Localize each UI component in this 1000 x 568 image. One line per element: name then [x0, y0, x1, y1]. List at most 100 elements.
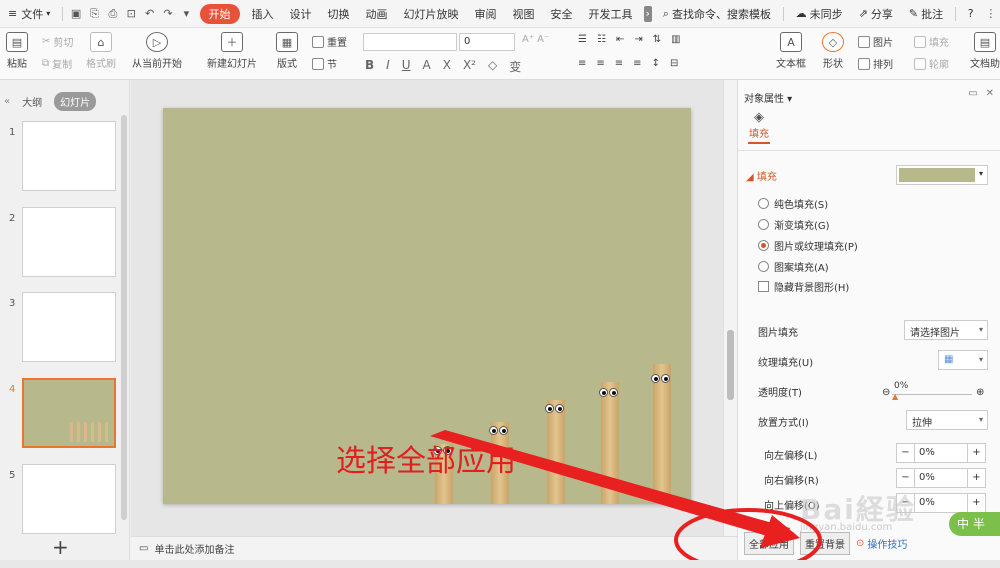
reset-background-button[interactable]: 重置背景: [800, 532, 850, 555]
undo-icon[interactable]: ↶: [143, 6, 155, 22]
hide-background-checkbox[interactable]: 隐藏背景图形(H): [758, 279, 849, 294]
arrange-button[interactable]: 排列: [858, 56, 893, 71]
offset-left-stepper[interactable]: −0% +: [896, 443, 986, 463]
plus-button[interactable]: +: [967, 444, 985, 462]
outline-button[interactable]: 轮廓: [914, 56, 949, 71]
save-icon[interactable]: ▣: [70, 6, 82, 22]
font-family-select[interactable]: [363, 33, 457, 51]
tab-review[interactable]: 审阅: [467, 0, 505, 28]
line-spacing-icon[interactable]: ↕: [652, 58, 660, 69]
radio-picture-fill[interactable]: 图片或纹理填充(P): [758, 238, 858, 253]
bullet-list-icon[interactable]: ☰: [578, 34, 587, 45]
tab-outline[interactable]: 大纲: [16, 92, 48, 111]
radio-gradient-fill[interactable]: 渐变填充(G): [758, 217, 830, 232]
font-color-icon[interactable]: A: [423, 58, 431, 75]
fill-tab[interactable]: ◈ 填充: [748, 110, 770, 144]
align-left-icon[interactable]: ≡: [578, 58, 586, 69]
tab-animation[interactable]: 动画: [358, 0, 396, 28]
plus-icon[interactable]: ⊕: [976, 387, 984, 398]
offset-up-value[interactable]: 0%: [915, 494, 967, 512]
minus-button[interactable]: −: [897, 444, 915, 462]
tips-link[interactable]: ⊙ 操作技巧: [856, 536, 907, 551]
font-size-select[interactable]: 0: [459, 33, 515, 51]
italic-icon[interactable]: I: [386, 58, 390, 75]
text-direction-icon[interactable]: ⇅: [653, 34, 661, 45]
radio-solid-fill[interactable]: 纯色填充(S): [758, 196, 828, 211]
apply-all-button[interactable]: 全部应用: [744, 532, 794, 555]
tab-design[interactable]: 设计: [282, 0, 320, 28]
paste-button[interactable]: ▤ 粘贴: [6, 32, 28, 70]
justify-icon[interactable]: ≡: [633, 58, 641, 69]
plus-button[interactable]: +: [967, 494, 985, 512]
customize-chevron-icon[interactable]: ▾: [180, 6, 192, 22]
collapse-icon[interactable]: «: [4, 96, 10, 107]
offset-right-value[interactable]: 0%: [915, 469, 967, 487]
play-from-current-button[interactable]: ▷ 从当前开始: [132, 32, 182, 70]
picture-fill-select[interactable]: 请选择图片 ▾: [904, 320, 988, 340]
slider-thumb[interactable]: ▲: [892, 392, 898, 401]
canvas-scrollbar[interactable]: [723, 80, 737, 536]
close-icon[interactable]: ✕: [986, 88, 994, 99]
fill-preview-select[interactable]: ▾: [896, 165, 988, 185]
plus-button[interactable]: +: [967, 469, 985, 487]
sync-button[interactable]: ☁ 未同步: [788, 0, 851, 28]
strikethrough-icon[interactable]: X: [443, 58, 451, 75]
ime-badge[interactable]: 中 半: [949, 512, 1000, 536]
add-slide-button[interactable]: +: [52, 535, 69, 559]
command-search[interactable]: ⌕ 查找命令、搜索模板: [655, 0, 779, 28]
indent-decrease-icon[interactable]: ⇤: [616, 34, 624, 45]
section-button[interactable]: 节: [312, 56, 337, 71]
minus-button[interactable]: −: [897, 469, 915, 487]
tab-developer[interactable]: 开发工具: [581, 0, 641, 28]
tab-home[interactable]: 开始: [199, 3, 240, 24]
slide-thumbnail-4[interactable]: [22, 378, 116, 448]
indent-increase-icon[interactable]: ⇥: [634, 34, 642, 45]
align-center-icon[interactable]: ≡: [596, 58, 604, 69]
file-menu[interactable]: ≡ 文件 ▾: [0, 0, 58, 28]
picture-button[interactable]: 图片: [858, 34, 893, 49]
slide-thumbnail-1[interactable]: [22, 121, 116, 191]
slide-thumbnail-3[interactable]: [22, 292, 116, 362]
copy-button[interactable]: ⧉ 复制: [42, 56, 72, 71]
align-right-icon[interactable]: ≡: [615, 58, 623, 69]
tab-slides[interactable]: 幻灯片: [54, 92, 97, 111]
more-tabs-icon[interactable]: ›: [643, 5, 652, 22]
tab-insert[interactable]: 插入: [244, 0, 282, 28]
offset-right-stepper[interactable]: −0% +: [896, 468, 986, 488]
help-button[interactable]: ?: [960, 0, 982, 28]
doc-assistant-button[interactable]: ▤ 文档助: [970, 32, 1000, 70]
share-button[interactable]: ⇗ 分享: [851, 0, 901, 28]
print-icon[interactable]: ⎙: [107, 6, 119, 22]
slide-thumbnail-5[interactable]: [22, 464, 116, 534]
reset-button[interactable]: 重置: [312, 34, 347, 49]
slide-thumbnail-2[interactable]: [22, 207, 116, 277]
cut-button[interactable]: ✂ 剪切: [42, 34, 73, 49]
transparency-slider[interactable]: ⊖ ▲ 0% ⊕: [882, 381, 984, 401]
panel-title[interactable]: 对象属性 ▾: [744, 90, 792, 105]
numbered-list-icon[interactable]: ☷: [597, 34, 606, 45]
scroll-thumb[interactable]: [727, 330, 734, 400]
columns-icon[interactable]: ▥: [671, 34, 680, 45]
format-painter-button[interactable]: ⌂ 格式刷: [86, 32, 116, 70]
comment-button[interactable]: ✎ 批注: [901, 0, 951, 28]
phonetic-icon[interactable]: 变: [509, 58, 521, 75]
layout-button[interactable]: ▦ 版式: [276, 32, 298, 70]
bold-icon[interactable]: B: [365, 58, 374, 75]
minus-icon[interactable]: ⊖: [882, 387, 890, 398]
tab-slideshow[interactable]: 幻灯片放映: [396, 0, 467, 28]
pin-icon[interactable]: ▭: [968, 88, 977, 99]
fill-section-header[interactable]: ◢ 填充: [746, 168, 777, 183]
notes-bar[interactable]: ▭ 单击此处添加备注: [131, 536, 737, 560]
texture-fill-select[interactable]: ▦ ▾: [938, 350, 988, 370]
tab-view[interactable]: 视图: [505, 0, 543, 28]
new-slide-button[interactable]: ＋ 新建幻灯片: [207, 32, 257, 70]
shape-button[interactable]: ◇ 形状: [822, 32, 844, 70]
tab-security[interactable]: 安全: [543, 0, 581, 28]
font-grow-shrink[interactable]: A⁺ A⁻: [522, 34, 549, 45]
clear-format-icon[interactable]: ◇: [488, 58, 497, 75]
fill-button[interactable]: 填充: [914, 34, 949, 49]
navigator-scrollbar[interactable]: [121, 115, 127, 520]
text-align-icon[interactable]: ⊟: [670, 58, 678, 69]
tab-transition[interactable]: 切换: [320, 0, 358, 28]
superscript-icon[interactable]: X²: [463, 58, 476, 75]
